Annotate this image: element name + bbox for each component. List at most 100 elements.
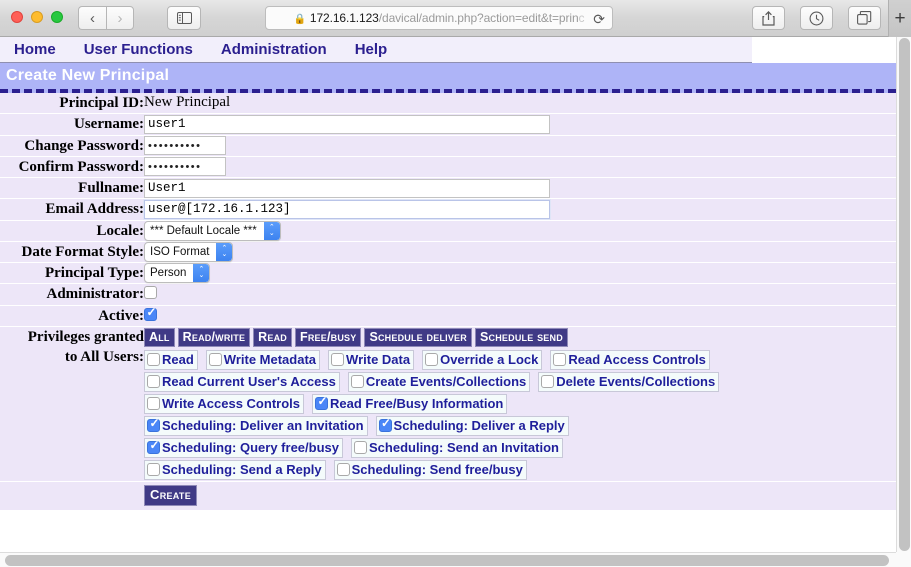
vertical-scrollbar-thumb[interactable] bbox=[899, 38, 910, 551]
form-row-locale: Locale: *** Default Locale *** ⌃ ⌄ bbox=[0, 220, 896, 242]
address-bar[interactable]: 🔒 172.16.1.123/davical/admin.php?action=e… bbox=[265, 6, 613, 30]
privilege-label-read-current-users-access: Read Current User's Access bbox=[162, 373, 336, 389]
submit-row: Create bbox=[144, 482, 896, 510]
label-privileges-line1: Privileges granted bbox=[27, 328, 144, 345]
change-password-input[interactable] bbox=[144, 136, 226, 155]
privilege-preset-free-busy[interactable]: Free/Busy bbox=[295, 327, 362, 347]
privilege-preset-all[interactable]: All bbox=[144, 327, 175, 347]
back-button[interactable]: ‹ bbox=[78, 6, 106, 30]
form-row-fullname: Fullname: bbox=[0, 177, 896, 200]
horizontal-scrollbar-thumb[interactable] bbox=[5, 555, 889, 566]
privilege-checkbox-read-access-controls[interactable] bbox=[553, 352, 567, 366]
nav-item-home[interactable]: Home bbox=[0, 41, 70, 58]
site-navigation: Home User Functions Administration Help bbox=[0, 37, 752, 63]
privilege-chip-scheduling-query-free-busy[interactable]: Scheduling: Query free/busy bbox=[144, 437, 343, 458]
privilege-checkbox-read-free-busy-information[interactable] bbox=[315, 395, 328, 410]
privilege-checkbox-scheduling-send-an-invitation[interactable] bbox=[354, 440, 367, 454]
label-administrator: Administrator: bbox=[0, 283, 144, 306]
privilege-checkbox-scheduling-send-free-busy[interactable] bbox=[336, 462, 350, 476]
privilege-chip-scheduling-send-free-busy[interactable]: Scheduling: Send free/busy bbox=[333, 459, 527, 480]
minimize-window-button[interactable] bbox=[31, 11, 43, 23]
privilege-checkbox-scheduling-deliver-an-invitation[interactable] bbox=[147, 417, 160, 432]
chevron-updown-icon: ⌃ ⌄ bbox=[216, 242, 233, 261]
privilege-checkbox-scheduling-query-free-busy[interactable] bbox=[147, 439, 160, 454]
label-username: Username: bbox=[0, 113, 144, 136]
privilege-checkbox-delete-events-collections[interactable] bbox=[541, 374, 555, 388]
fullname-input[interactable] bbox=[144, 178, 550, 198]
nav-item-user-functions[interactable]: User Functions bbox=[70, 41, 207, 58]
page-bottom-whitespace bbox=[0, 510, 896, 547]
nav-item-administration[interactable]: Administration bbox=[207, 41, 341, 58]
share-button[interactable] bbox=[752, 6, 785, 30]
url-text: 🔒 172.16.1.123/davical/admin.php?action=e… bbox=[294, 11, 585, 25]
privilege-label-read-free-busy-information: Read Free/Busy Information bbox=[330, 395, 504, 411]
privilege-label-create-events-collections: Create Events/Collections bbox=[365, 373, 527, 389]
forward-button[interactable]: › bbox=[106, 6, 134, 30]
privilege-checkbox-create-events-collections[interactable] bbox=[350, 374, 364, 388]
privilege-chip-scheduling-deliver-a-reply[interactable]: Scheduling: Deliver a Reply bbox=[375, 415, 569, 436]
privilege-chip-create-events-collections[interactable]: Create Events/Collections bbox=[347, 371, 531, 392]
privilege-chip-scheduling-deliver-an-invitation[interactable]: Scheduling: Deliver an Invitation bbox=[144, 415, 368, 436]
label-active: Active: bbox=[0, 305, 144, 327]
form-row-active: Active: bbox=[0, 305, 896, 327]
form-row-principal-type: Principal Type: Person ⌃ ⌄ bbox=[0, 262, 896, 285]
privilege-checkbox-read[interactable] bbox=[147, 352, 160, 366]
create-button[interactable]: Create bbox=[144, 484, 198, 506]
new-tab-label: + bbox=[894, 8, 906, 29]
privilege-chip-read-current-users-access[interactable]: Read Current User's Access bbox=[144, 371, 340, 392]
username-input[interactable] bbox=[144, 114, 550, 134]
privilege-chip-write-metadata[interactable]: Write Metadata bbox=[205, 349, 321, 370]
chevron-updown-icon: ⌃ ⌄ bbox=[193, 264, 210, 282]
vertical-scrollbar[interactable] bbox=[896, 37, 911, 552]
privilege-checkbox-read-current-users-access[interactable] bbox=[147, 374, 160, 388]
tab-overview-button[interactable] bbox=[848, 6, 881, 30]
privilege-label-write-access-controls: Write Access Controls bbox=[162, 395, 300, 411]
privilege-chip-read-access-controls[interactable]: Read Access Controls bbox=[550, 349, 710, 370]
privilege-chip-delete-events-collections[interactable]: Delete Events/Collections bbox=[538, 371, 720, 392]
date-format-style-select[interactable]: ISO Format ⌃ ⌄ bbox=[144, 241, 234, 262]
horizontal-scrollbar[interactable] bbox=[0, 552, 911, 567]
locale-select[interactable]: *** Default Locale *** ⌃ ⌄ bbox=[144, 220, 281, 241]
privilege-chip-write-access-controls[interactable]: Write Access Controls bbox=[144, 393, 304, 414]
reload-icon[interactable]: ⟳ bbox=[593, 11, 605, 28]
privilege-chip-write-data[interactable]: Write Data bbox=[328, 349, 415, 370]
privilege-chip-override-a-lock[interactable]: Override a Lock bbox=[422, 349, 543, 370]
privilege-preset-read[interactable]: Read bbox=[253, 327, 292, 347]
privilege-preset-schedule-send[interactable]: Schedule Send bbox=[474, 327, 568, 347]
privilege-preset-read-write[interactable]: Read/Write bbox=[177, 327, 251, 347]
active-checkbox[interactable] bbox=[144, 306, 157, 321]
form-row-change-password: Change Password: bbox=[0, 135, 896, 157]
privilege-chip-read[interactable]: Read bbox=[144, 349, 198, 370]
history-clock-icon bbox=[809, 11, 824, 25]
privilege-checkbox-write-data[interactable] bbox=[331, 352, 345, 366]
email-address-input[interactable] bbox=[144, 199, 550, 219]
sidebar-toggle-button[interactable] bbox=[167, 6, 201, 30]
new-tab-button[interactable]: + bbox=[888, 0, 911, 37]
privilege-checkbox-scheduling-deliver-a-reply[interactable] bbox=[378, 417, 392, 432]
principal-form: Principal ID: New Principal Username: Ch… bbox=[0, 93, 896, 511]
confirm-password-input[interactable] bbox=[144, 157, 226, 177]
history-button[interactable] bbox=[800, 6, 833, 30]
form-row-email-address: Email Address: bbox=[0, 198, 896, 221]
locale-select-value: *** Default Locale *** bbox=[150, 224, 257, 237]
privilege-chip-read-free-busy-information[interactable]: Read Free/Busy Information bbox=[312, 393, 508, 414]
privilege-preset-schedule-deliver[interactable]: Schedule Deliver bbox=[364, 327, 472, 347]
form-row-confirm-password: Confirm Password: bbox=[0, 156, 896, 179]
privilege-chip-scheduling-send-an-invitation[interactable]: Scheduling: Send an Invitation bbox=[351, 437, 563, 458]
privilege-checkbox-override-a-lock[interactable] bbox=[425, 352, 439, 366]
close-window-button[interactable] bbox=[11, 11, 23, 23]
principal-type-select[interactable]: Person ⌃ ⌄ bbox=[144, 263, 211, 283]
privilege-label-scheduling-send-free-busy: Scheduling: Send free/busy bbox=[351, 461, 523, 477]
privilege-checkbox-row-5: Scheduling: Query free/busy Scheduling: … bbox=[144, 437, 896, 459]
zoom-window-button[interactable] bbox=[51, 11, 63, 23]
privilege-chip-scheduling-send-a-reply[interactable]: Scheduling: Send a Reply bbox=[144, 459, 326, 480]
administrator-checkbox[interactable] bbox=[144, 286, 157, 300]
sidebar-icon bbox=[176, 12, 192, 24]
privilege-checkbox-scheduling-send-a-reply[interactable] bbox=[147, 462, 160, 476]
privilege-label-scheduling-deliver-an-invitation: Scheduling: Deliver an Invitation bbox=[162, 417, 364, 433]
privilege-label-scheduling-query-free-busy: Scheduling: Query free/busy bbox=[162, 439, 339, 455]
privilege-checkbox-write-access-controls[interactable] bbox=[147, 396, 160, 410]
form-row-username: Username: bbox=[0, 113, 896, 136]
privilege-checkbox-write-metadata[interactable] bbox=[208, 352, 222, 366]
nav-item-help[interactable]: Help bbox=[341, 41, 402, 58]
